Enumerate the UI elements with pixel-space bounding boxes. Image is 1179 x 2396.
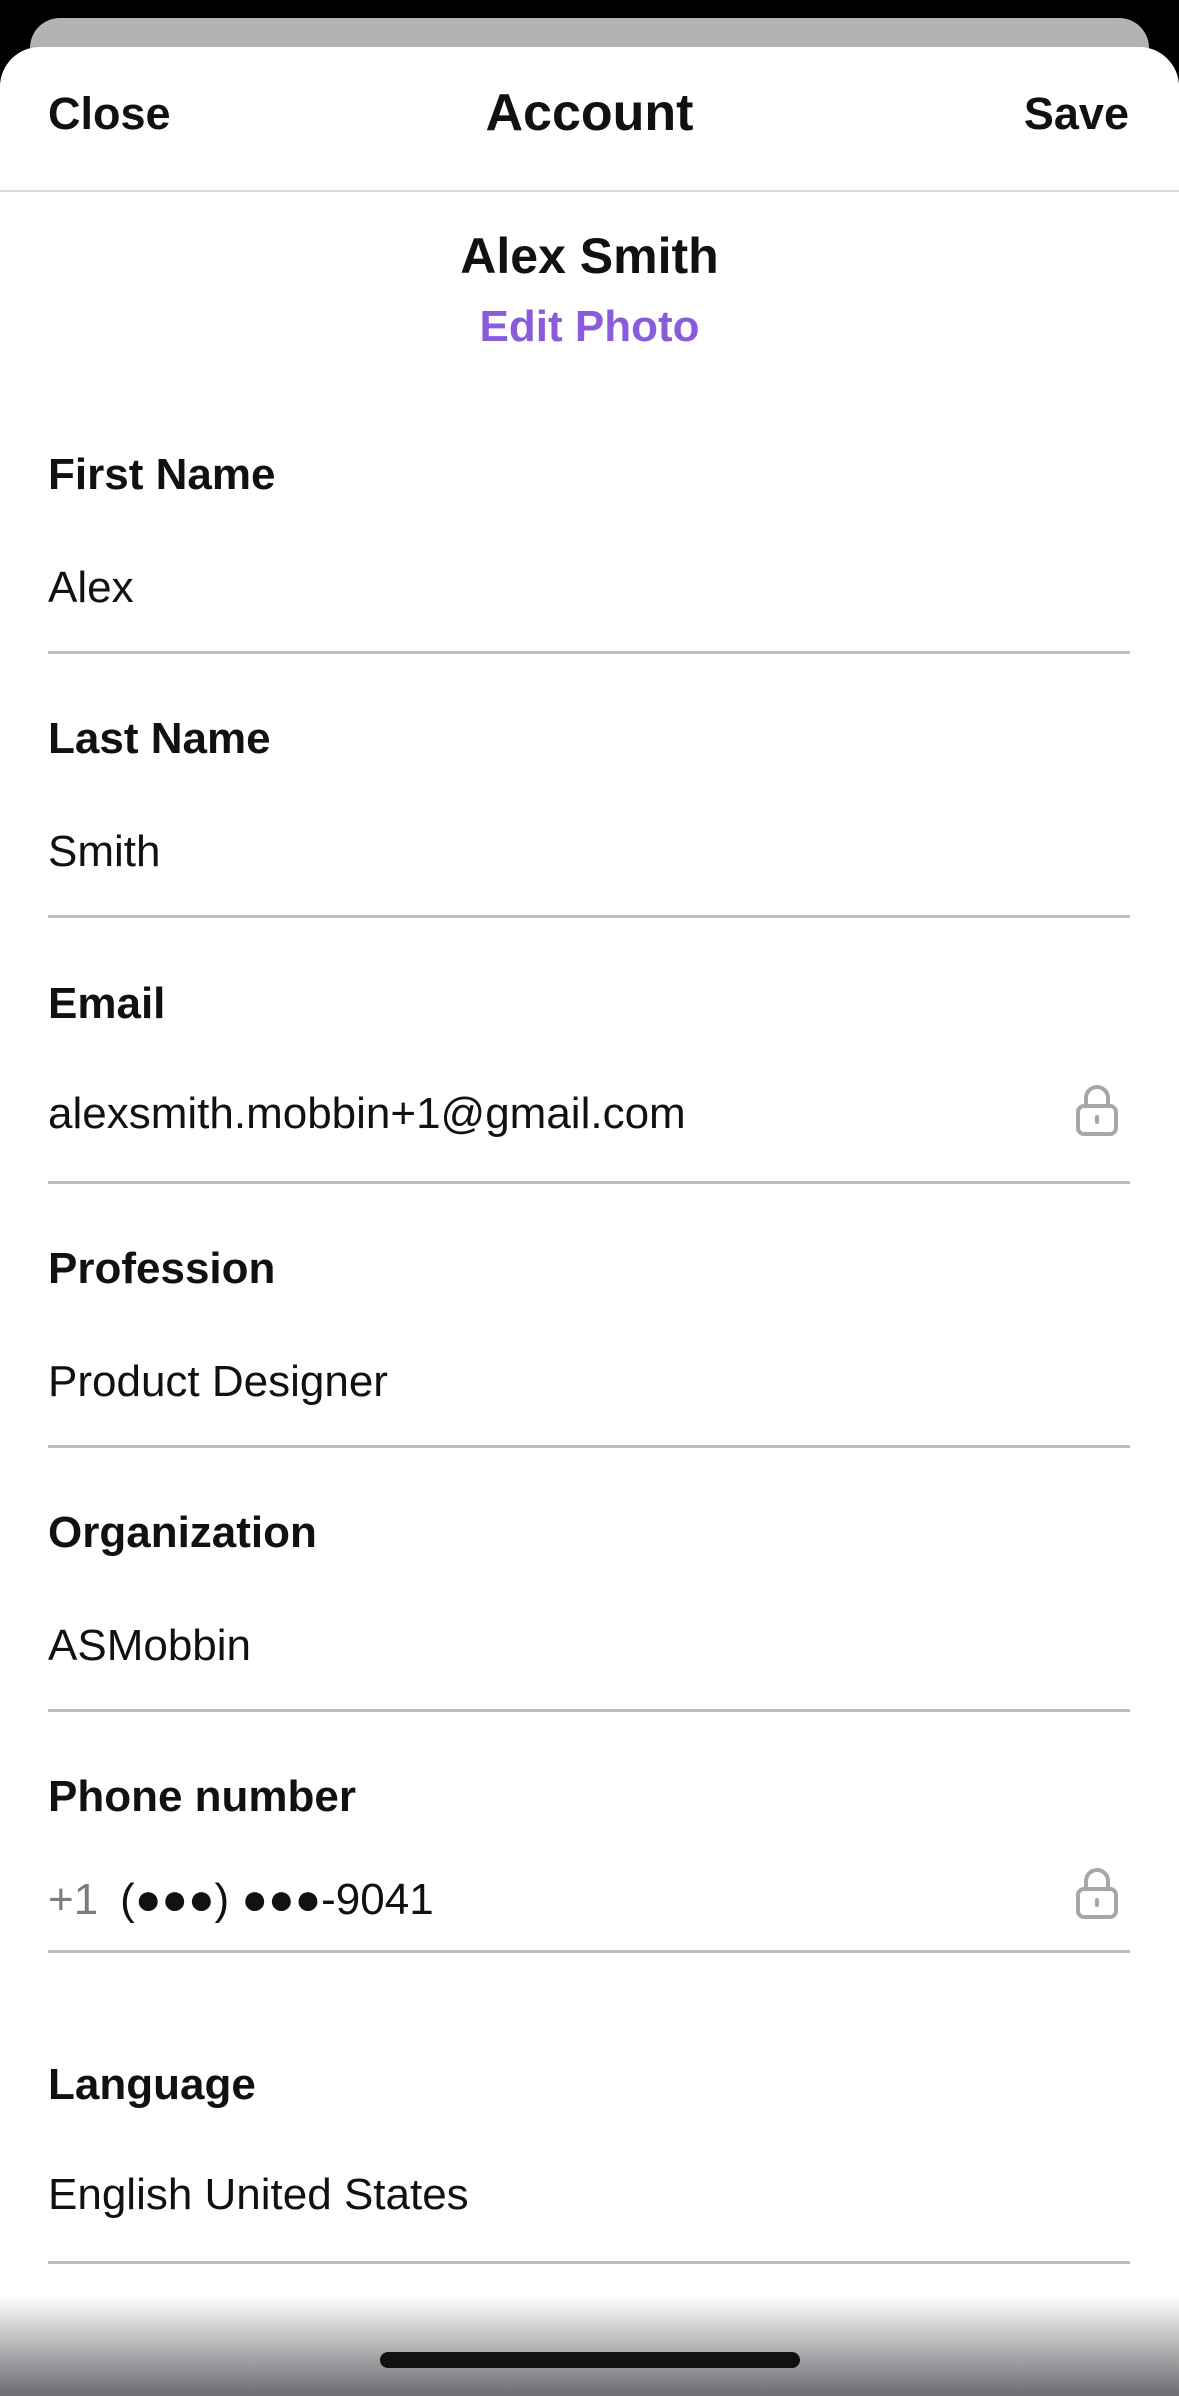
divider xyxy=(48,2261,1130,2264)
account-sheet: Close Account Save Alex Smith Edit Photo… xyxy=(0,47,1179,2396)
organization-label: Organization xyxy=(48,1508,317,1557)
first-name-label: First Name xyxy=(48,450,276,499)
divider xyxy=(48,1709,1130,1712)
page-title: Account xyxy=(485,84,694,142)
first-name-field: First Name xyxy=(48,450,1130,654)
profile-name: Alex Smith xyxy=(460,228,719,284)
bottom-fade xyxy=(0,2296,1179,2396)
last-name-input[interactable] xyxy=(48,827,1028,877)
email-field: Email alexsmith.mobbin+1@gmail.com xyxy=(48,979,1130,1184)
divider xyxy=(48,1445,1130,1448)
language-field: Language English United States xyxy=(48,2060,1130,2264)
email-label: Email xyxy=(48,979,166,1028)
home-indicator[interactable] xyxy=(380,2352,800,2368)
country-code: +1 xyxy=(48,1875,99,1924)
organization-input[interactable] xyxy=(48,1621,1028,1671)
language-value[interactable]: English United States xyxy=(48,2170,469,2219)
last-name-field: Last Name xyxy=(48,714,1130,918)
organization-field: Organization xyxy=(48,1508,1130,1712)
profession-field: Profession xyxy=(48,1244,1130,1448)
lock-icon xyxy=(1076,1085,1118,1136)
save-button[interactable]: Save xyxy=(1024,91,1129,136)
divider xyxy=(48,915,1130,918)
email-value: alexsmith.mobbin+1@gmail.com xyxy=(48,1089,686,1138)
divider xyxy=(48,1950,1130,1953)
last-name-label: Last Name xyxy=(48,714,271,763)
phone-label: Phone number xyxy=(48,1772,357,1821)
edit-photo-button[interactable]: Edit Photo xyxy=(0,305,1179,349)
divider xyxy=(48,651,1130,654)
lock-icon xyxy=(1076,1868,1118,1919)
language-label: Language xyxy=(48,2060,256,2109)
profession-label: Profession xyxy=(48,1244,276,1293)
first-name-input[interactable] xyxy=(48,563,1028,613)
phone-value: (●●●) ●●●-9041 xyxy=(120,1875,434,1924)
phone-field: Phone number +1 (●●●) ●●●-9041 xyxy=(48,1772,1130,1953)
navigation-bar: Close Account Save xyxy=(0,47,1179,192)
divider xyxy=(48,1181,1130,1184)
profession-input[interactable] xyxy=(48,1357,1028,1407)
